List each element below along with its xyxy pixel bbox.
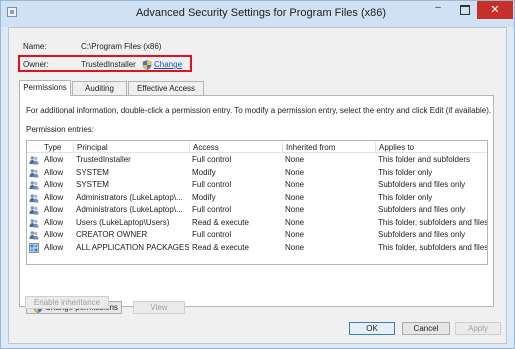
cell-type: Allow (44, 230, 64, 239)
window-icon (7, 7, 17, 17)
maximize-button[interactable] (451, 1, 477, 19)
cell-principal: Users (LukeLaptop\Users) (76, 217, 170, 227)
users-icon (29, 155, 39, 165)
cell-principal: ALL APPLICATION PACKAGES (76, 242, 189, 252)
table-row[interactable]: Allow SYSTEM Modify None This folder only (27, 167, 487, 179)
cell-inherited-from: None (285, 217, 305, 227)
name-value: C:\Program Files (x86) (81, 42, 162, 51)
tab-auditing[interactable]: Auditing (72, 81, 127, 95)
cell-type: Allow (44, 205, 64, 214)
change-owner-link[interactable]: Change (154, 60, 182, 69)
cell-inherited-from: None (285, 180, 305, 189)
cell-type: Allow (44, 217, 64, 227)
users-icon (29, 180, 39, 190)
table-row[interactable]: Allow SYSTEM Full control None Subfolders an… (27, 179, 487, 191)
table-row[interactable]: Allow Users (LukeLaptop\Users) Read & exec… (27, 217, 487, 229)
column-header-inherited-from[interactable]: Inherited from (282, 142, 375, 153)
cell-inherited-from: None (285, 167, 305, 177)
table-row[interactable]: Allow TrustedInstaller Full control None Thi… (27, 154, 487, 166)
cell-inherited-from: None (285, 155, 305, 164)
cell-access: Full control (192, 155, 232, 164)
cell-inherited-from: None (285, 205, 305, 214)
owner-value: TrustedInstaller (81, 60, 136, 69)
cell-access: Read & execute (192, 217, 249, 227)
users-icon (29, 168, 39, 178)
name-label: Name: (23, 42, 47, 51)
cell-principal: SYSTEM (76, 180, 109, 189)
title-bar[interactable]: Advanced Security Settings for Program F… (1, 1, 514, 27)
uac-shield-icon (142, 60, 152, 70)
users-icon (29, 193, 39, 203)
apply-button[interactable]: Apply (455, 322, 501, 335)
tab-effective-access[interactable]: Effective Access (128, 81, 204, 95)
table-row[interactable]: Allow Administrators (LukeLaptop\... Modif… (27, 192, 487, 204)
cell-type: Allow (44, 167, 64, 177)
table-row[interactable]: Allow ALL APPLICATION PACKAGES Read & exec… (27, 242, 487, 254)
cell-principal: Administrators (LukeLaptop\... (76, 205, 183, 214)
cell-principal: SYSTEM (76, 167, 109, 177)
cell-access: Modify (192, 192, 216, 202)
cell-applies-to: Subfolders and files only (378, 205, 466, 214)
users-icon (29, 218, 39, 228)
cell-type: Allow (44, 192, 64, 202)
cell-access: Full control (192, 230, 232, 239)
cell-principal: TrustedInstaller (76, 155, 131, 164)
owner-label: Owner: (23, 60, 49, 69)
users-icon (29, 205, 39, 215)
list-header: Type Principal Access Inherited from App… (27, 141, 487, 153)
dialog-client-area: Name: C:\Program Files (x86) Owner: Trus… (8, 27, 507, 344)
cell-access: Full control (192, 180, 232, 189)
cell-type: Allow (44, 155, 64, 164)
cell-applies-to: This folder only (378, 167, 433, 177)
cell-inherited-from: None (285, 192, 305, 202)
table-row[interactable]: Allow CREATOR OWNER Full control None Subfol… (27, 229, 487, 241)
users-icon (29, 230, 39, 240)
cell-type: Allow (44, 242, 64, 252)
cancel-button[interactable]: Cancel (402, 322, 450, 335)
cell-applies-to: This folder and subfolders (378, 155, 471, 164)
permission-entries-list[interactable]: Type Principal Access Inherited from App… (26, 140, 488, 265)
enable-inheritance-button[interactable]: Enable inheritance (25, 296, 109, 309)
cell-access: Read & execute (192, 242, 249, 252)
cell-type: Allow (44, 180, 64, 189)
cell-applies-to: Subfolders and files only (378, 230, 466, 239)
advanced-security-window: Advanced Security Settings for Program F… (0, 0, 515, 349)
cell-principal: Administrators (LukeLaptop\... (76, 192, 183, 202)
column-header-principal[interactable]: Principal (73, 142, 189, 153)
minimize-button[interactable]: – (425, 1, 451, 19)
table-row[interactable]: Allow Administrators (LukeLaptop\... Full … (27, 204, 487, 216)
cell-applies-to: This folder, subfolders and files (378, 217, 487, 227)
tab-permissions[interactable]: Permissions (19, 80, 71, 96)
permissions-panel: For additional information, double-click… (19, 95, 494, 314)
cell-applies-to: This folder, subfolders and files (378, 242, 487, 252)
cell-inherited-from: None (285, 230, 305, 239)
permission-entries-label: Permission entries: (26, 125, 95, 134)
ok-button[interactable]: OK (349, 322, 395, 335)
close-button[interactable]: ✕ (477, 1, 513, 19)
column-header-access[interactable]: Access (189, 142, 282, 153)
cell-access: Full control (192, 205, 232, 214)
instructions-text: For additional information, double-click… (26, 106, 492, 115)
cell-access: Modify (192, 167, 216, 177)
cell-principal: CREATOR OWNER (76, 230, 148, 239)
cell-inherited-from: None (285, 242, 305, 252)
cell-applies-to: Subfolders and files only (378, 180, 466, 189)
window-title: Advanced Security Settings for Program F… (135, 7, 387, 19)
column-header-applies-to[interactable]: Applies to (375, 142, 487, 153)
column-header-type[interactable]: Type (41, 142, 73, 153)
view-button[interactable]: View (133, 301, 185, 314)
cell-applies-to: This folder only (378, 192, 433, 202)
packages-icon (29, 242, 39, 253)
